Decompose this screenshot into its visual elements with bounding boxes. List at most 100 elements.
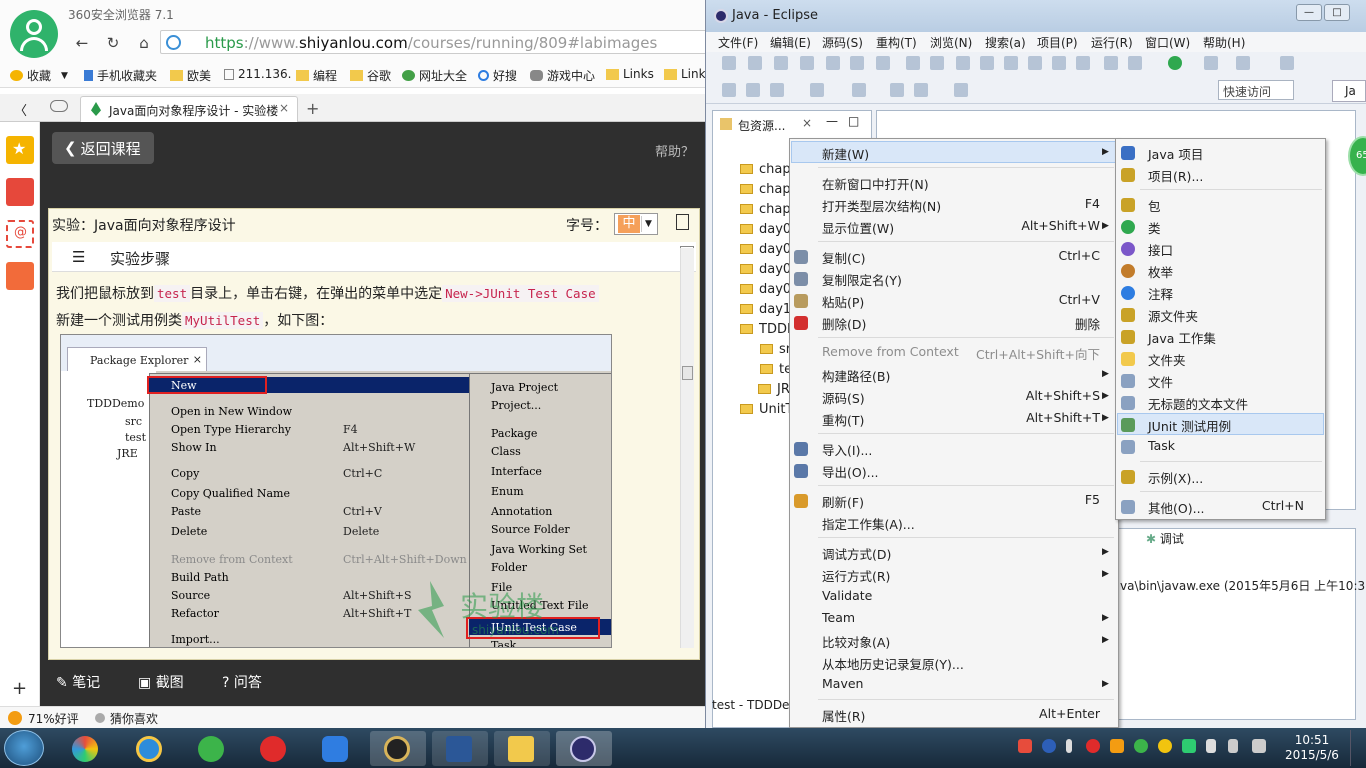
close-tab-icon[interactable]: × xyxy=(279,101,289,115)
tree-item[interactable]: UnitT xyxy=(740,402,793,417)
bookmark-folder[interactable]: 编程 xyxy=(296,67,337,84)
quick-access-input[interactable]: 快速访问 xyxy=(1218,80,1294,100)
taskbar-ie-icon[interactable] xyxy=(122,731,178,766)
context-menu-item[interactable]: 调试方式(D) xyxy=(822,544,891,563)
toolbar-icon[interactable] xyxy=(1128,56,1142,70)
toolbar-icon[interactable] xyxy=(1168,56,1182,70)
tree-item[interactable]: JR xyxy=(758,382,790,397)
tree-item[interactable]: chap xyxy=(740,162,791,177)
toolbar-icon[interactable] xyxy=(774,56,788,70)
back-arrow-icon[interactable]: ← xyxy=(70,32,94,54)
menu-edit[interactable]: 编辑(E) xyxy=(770,34,811,51)
toolbar-icon[interactable] xyxy=(810,83,824,97)
bookmark-favorites[interactable]: 收藏 ▼ xyxy=(10,67,68,84)
context-menu-item[interactable]: 新建(W) xyxy=(822,144,869,163)
taskbar-word-icon[interactable] xyxy=(432,731,488,766)
home-icon[interactable]: ⌂ xyxy=(132,32,156,54)
bookmark-folder[interactable]: Link xyxy=(664,67,706,81)
maximize-button[interactable]: □ xyxy=(1324,4,1350,21)
new-submenu-item[interactable]: 枚举 xyxy=(1148,262,1173,281)
context-menu-item[interactable]: Validate xyxy=(822,588,872,603)
shopping-icon[interactable] xyxy=(6,262,34,290)
toolbar-icon[interactable] xyxy=(876,56,890,70)
bookmark-page[interactable]: 211.136. xyxy=(224,67,291,81)
tray-flag-icon[interactable] xyxy=(1066,739,1072,753)
bookmark-folder[interactable]: Links xyxy=(606,67,654,81)
toolbar-icon[interactable] xyxy=(1104,56,1118,70)
toolbar-icon[interactable] xyxy=(852,83,866,97)
new-submenu-item[interactable]: 项目(R)... xyxy=(1148,166,1203,185)
context-menu-item[interactable]: 打开类型层次结构(N) xyxy=(822,196,941,215)
taskbar-notes-icon[interactable] xyxy=(308,731,364,766)
context-menu-item[interactable]: Maven xyxy=(822,676,863,691)
context-menu-item[interactable]: 从本地历史记录复原(Y)... xyxy=(822,654,964,673)
context-menu-item[interactable]: 导出(O)... xyxy=(822,462,879,481)
toolbar-icon[interactable] xyxy=(930,56,944,70)
context-menu-item[interactable]: 复制(C) xyxy=(822,248,865,267)
menu-run[interactable]: 运行(R) xyxy=(1091,34,1133,51)
tray-plus-icon[interactable] xyxy=(1158,739,1172,753)
tray-network-icon[interactable] xyxy=(1252,739,1266,753)
context-menu-item[interactable]: 删除(D) xyxy=(822,314,866,333)
context-menu-item[interactable]: 复制限定名(Y) xyxy=(822,270,902,289)
tray-360-icon[interactable] xyxy=(1134,739,1148,753)
bookmark-search[interactable]: 好搜 xyxy=(478,67,517,84)
taskbar-clock[interactable]: 10:51 2015/5/6 xyxy=(1282,733,1342,763)
perspective-java-button[interactable]: Ja xyxy=(1332,80,1366,102)
minimize-button[interactable]: — xyxy=(1296,4,1322,21)
tree-item[interactable]: te xyxy=(760,362,792,377)
context-menu-item[interactable]: 显示位置(W) xyxy=(822,218,894,237)
toolbar-icon[interactable] xyxy=(748,56,762,70)
new-submenu-item[interactable]: 类 xyxy=(1148,218,1161,237)
bookmark-games[interactable]: 游戏中心 xyxy=(530,67,595,84)
context-menu-item[interactable]: 运行方式(R) xyxy=(822,566,890,585)
user-avatar-icon[interactable] xyxy=(10,10,58,58)
taskbar-eclipse-icon[interactable] xyxy=(556,731,612,766)
toolbar-icon[interactable] xyxy=(954,83,968,97)
taskbar-360-icon[interactable] xyxy=(184,731,240,766)
weibo-icon[interactable] xyxy=(6,178,34,206)
menu-refactor[interactable]: 重构(T) xyxy=(876,34,917,51)
taskbar-app-photos[interactable] xyxy=(58,731,114,766)
toolbar-icon[interactable] xyxy=(1004,56,1018,70)
start-button[interactable] xyxy=(4,730,44,766)
toolbar-icon[interactable] xyxy=(800,56,814,70)
mail-icon[interactable]: @ xyxy=(6,220,34,248)
reload-icon[interactable]: ↻ xyxy=(101,32,125,54)
package-explorer-tab[interactable]: 包资源... × xyxy=(716,112,814,136)
toolbar-icon[interactable] xyxy=(722,83,736,97)
sidebar-add-icon[interactable]: + xyxy=(12,678,27,699)
toolbar-icon[interactable] xyxy=(770,83,784,97)
tree-item[interactable]: day0 xyxy=(740,262,791,277)
new-submenu-item[interactable]: 无标题的文本文件 xyxy=(1148,394,1248,413)
new-submenu-item[interactable]: Java 工作集 xyxy=(1148,328,1216,347)
address-bar[interactable]: https://www.shiyanlou.com/courses/runnin… xyxy=(160,30,720,54)
toolbar-icon[interactable] xyxy=(890,83,904,97)
menu-window[interactable]: 窗口(W) xyxy=(1145,34,1190,51)
context-menu-item[interactable]: 比较对象(A) xyxy=(822,632,890,651)
taskbar-netease-icon[interactable] xyxy=(246,731,302,766)
toolbar-icon[interactable] xyxy=(1280,56,1294,70)
toolbar-icon[interactable] xyxy=(746,83,760,97)
toolbar-icon[interactable] xyxy=(850,56,864,70)
menu-file[interactable]: 文件(F) xyxy=(718,34,758,51)
new-submenu-item[interactable]: 接口 xyxy=(1148,240,1173,259)
toolbar-icon[interactable] xyxy=(826,56,840,70)
cloud-icon[interactable] xyxy=(50,100,68,112)
context-menu-item[interactable]: 导入(I)... xyxy=(822,440,872,459)
new-submenu-item[interactable]: 文件 xyxy=(1148,372,1173,391)
view-maximize-icon[interactable]: □ xyxy=(848,114,859,128)
favorites-side-icon[interactable]: ★ xyxy=(6,136,34,164)
show-desktop-button[interactable] xyxy=(1350,730,1364,766)
toolbar-icon[interactable] xyxy=(914,83,928,97)
steps-bar[interactable]: ☰ 实验步骤 ▼ xyxy=(52,242,696,272)
new-submenu-item[interactable]: JUnit 测试用例 xyxy=(1148,416,1231,435)
toolbar-icon[interactable] xyxy=(1028,56,1042,70)
context-menu-item[interactable]: Remove from Context xyxy=(822,344,959,359)
context-menu-item[interactable]: 在新窗口中打开(N) xyxy=(822,174,929,193)
menu-help[interactable]: 帮助(H) xyxy=(1203,34,1245,51)
context-menu-item[interactable]: 刷新(F) xyxy=(822,492,864,511)
new-submenu-item[interactable]: 注释 xyxy=(1148,284,1173,303)
new-submenu-item[interactable]: 文件夹 xyxy=(1148,350,1186,369)
bookmark-folder[interactable]: 欧美 xyxy=(170,67,211,84)
